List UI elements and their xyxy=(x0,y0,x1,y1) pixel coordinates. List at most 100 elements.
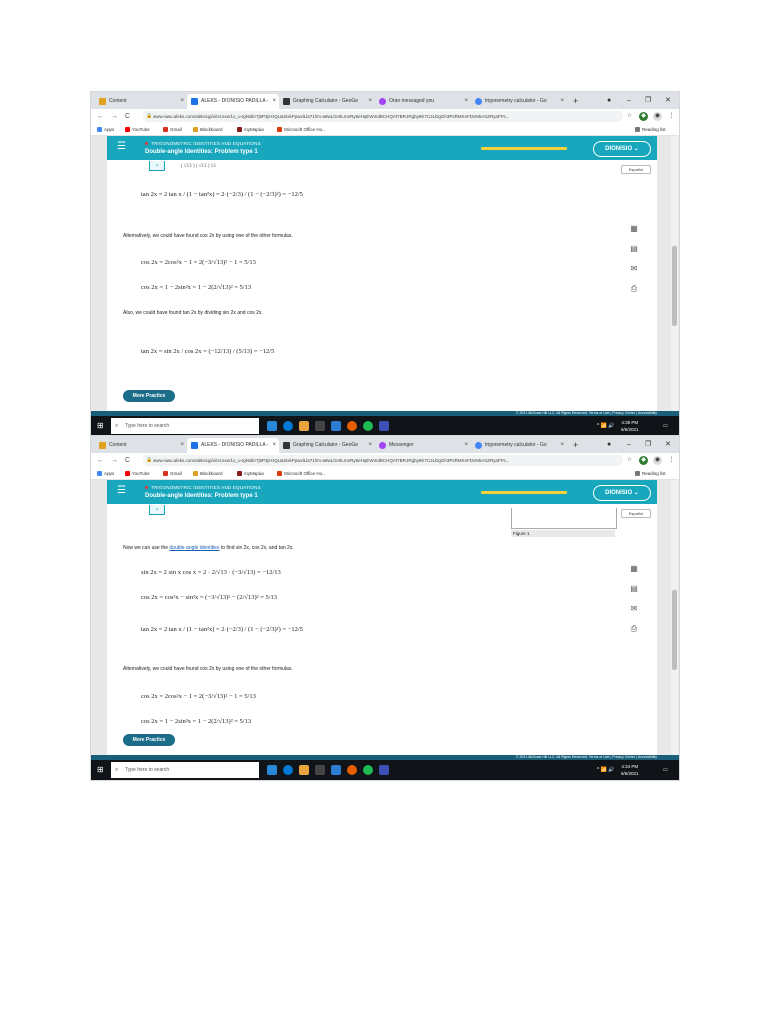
mail-app-icon[interactable] xyxy=(331,421,341,431)
bookmark-mymapua[interactable]: myMapúa xyxy=(237,124,264,135)
mail-icon[interactable]: ✉ xyxy=(629,264,639,274)
photos-icon[interactable] xyxy=(379,765,389,775)
menu-kebab-icon[interactable]: ⋮ xyxy=(667,112,676,121)
clock[interactable]: 4:34 PM 6/6/2021 xyxy=(621,763,639,777)
reading-list[interactable]: Reading list xyxy=(635,124,666,135)
close-tab-icon[interactable]: × xyxy=(560,438,564,453)
spotify-icon[interactable] xyxy=(363,421,373,431)
windows-start-icon[interactable]: ⊞ xyxy=(97,422,104,430)
scrollbar[interactable] xyxy=(671,136,678,411)
mail-app-icon[interactable] xyxy=(331,765,341,775)
tab-geogebra[interactable]: Graphing Calculator - GeoGe × xyxy=(279,94,375,109)
edge-icon[interactable] xyxy=(283,765,293,775)
bookmark-star-icon[interactable]: ☆ xyxy=(625,112,634,121)
bookmark-blackboard[interactable]: Blackboard xyxy=(193,468,223,479)
reload-button[interactable]: C xyxy=(125,453,130,468)
mail-icon[interactable]: ✉ xyxy=(629,604,639,614)
address-bar[interactable]: 🔒 www-awu.aleks.com/alekscgi/x/Isl.exe/1… xyxy=(143,455,623,466)
bookmark-youtube[interactable]: YouTube xyxy=(125,468,150,479)
close-tab-icon[interactable]: × xyxy=(368,94,372,109)
close-tab-icon[interactable]: × xyxy=(180,94,184,109)
scrollbar-thumb[interactable] xyxy=(672,590,677,670)
close-tab-icon[interactable]: × xyxy=(368,438,372,453)
tab-google-search[interactable]: trigonometry calculator - Go × xyxy=(471,94,567,109)
close-tab-icon[interactable]: × xyxy=(180,438,184,453)
espanol-button[interactable]: Español xyxy=(621,509,651,518)
bookmark-blackboard[interactable]: Blackboard xyxy=(193,124,223,135)
print-icon[interactable]: ⎙ xyxy=(629,284,639,294)
close-tab-icon[interactable]: × xyxy=(272,438,276,453)
taskbar-search-input[interactable]: ⌕ Type here to search xyxy=(111,418,259,434)
bookmark-gmail[interactable]: Gmail xyxy=(163,124,182,135)
collapse-chevron-icon[interactable]: ⌄ xyxy=(149,161,165,171)
close-tab-icon[interactable]: × xyxy=(560,94,564,109)
hamburger-menu-icon[interactable]: ☰ xyxy=(117,142,127,152)
tab-messenger[interactable]: Oran messaged you × xyxy=(375,94,471,109)
forward-button[interactable]: → xyxy=(111,109,118,124)
back-button[interactable]: ← xyxy=(97,109,104,124)
minimize-button[interactable]: – xyxy=(627,438,631,451)
bookmark-youtube[interactable]: YouTube xyxy=(125,124,150,135)
close-tab-icon[interactable]: × xyxy=(272,94,276,109)
address-bar[interactable]: 🔒 www-awu.aleks.com/alekscgi/x/Isl.exe/1… xyxy=(143,111,623,122)
tab-google-search[interactable]: trigonometry calculator - Go × xyxy=(471,438,567,453)
store-icon[interactable] xyxy=(315,765,325,775)
tab-messenger[interactable]: Messenger × xyxy=(375,438,471,453)
new-tab-button[interactable]: + xyxy=(573,94,578,109)
double-angle-identities-link[interactable]: double-angle identities xyxy=(169,545,219,551)
reload-button[interactable]: C xyxy=(125,109,130,124)
chrome-icon[interactable] xyxy=(347,765,357,775)
task-view-icon[interactable] xyxy=(267,421,277,431)
hamburger-menu-icon[interactable]: ☰ xyxy=(117,486,127,496)
close-tab-icon[interactable]: × xyxy=(464,438,468,453)
bookmark-office[interactable]: Microsoft Office Ho... xyxy=(277,468,326,479)
windows-start-icon[interactable]: ⊞ xyxy=(97,766,104,774)
more-practice-button[interactable]: More Practice xyxy=(123,390,175,402)
close-tab-icon[interactable]: × xyxy=(464,94,468,109)
forward-button[interactable]: → xyxy=(111,453,118,468)
taskbar-search-input[interactable]: ⌕ Type here to search xyxy=(111,762,259,778)
user-menu-button[interactable]: DIONISIO ⌄ xyxy=(593,141,651,157)
collapse-chevron-icon[interactable]: ⌄ xyxy=(149,505,165,515)
chrome-icon[interactable] xyxy=(347,421,357,431)
new-tab-button[interactable]: + xyxy=(573,438,578,453)
avatar[interactable]: ◉ xyxy=(653,112,662,121)
file-explorer-icon[interactable] xyxy=(299,421,309,431)
edge-icon[interactable] xyxy=(283,421,293,431)
close-window-button[interactable]: ✕ xyxy=(665,94,671,107)
photos-icon[interactable] xyxy=(379,421,389,431)
bookmark-apps[interactable]: Apps xyxy=(97,124,114,135)
close-window-button[interactable]: ✕ xyxy=(665,438,671,451)
tab-aleks[interactable]: ALEKS - DIONISIO PADILLA - × xyxy=(187,438,279,453)
bookmark-apps[interactable]: Apps xyxy=(97,468,114,479)
more-practice-button[interactable]: More Practice xyxy=(123,734,175,746)
avatar[interactable]: ◉ xyxy=(653,456,662,465)
document-icon[interactable]: ▤ xyxy=(629,584,639,594)
profile-icon[interactable]: ● xyxy=(607,438,611,451)
bookmark-gmail[interactable]: Gmail xyxy=(163,468,182,479)
espanol-button[interactable]: Español xyxy=(621,165,651,174)
reading-list[interactable]: Reading list xyxy=(635,468,666,479)
print-icon[interactable]: ⎙ xyxy=(629,624,639,634)
tab-content[interactable]: Content × xyxy=(95,94,187,109)
bookmark-office[interactable]: Microsoft Office Ho... xyxy=(277,124,326,135)
restore-button[interactable]: ❐ xyxy=(645,438,651,451)
menu-kebab-icon[interactable]: ⋮ xyxy=(667,456,676,465)
back-button[interactable]: ← xyxy=(97,453,104,468)
task-view-icon[interactable] xyxy=(267,765,277,775)
calculator-icon[interactable]: ▦ xyxy=(629,564,639,574)
calculator-icon[interactable]: ▦ xyxy=(629,224,639,234)
restore-button[interactable]: ❐ xyxy=(645,94,651,107)
document-icon[interactable]: ▤ xyxy=(629,244,639,254)
notifications-icon[interactable]: ▭ xyxy=(663,421,668,431)
scrollbar[interactable] xyxy=(671,480,678,755)
system-tray[interactable]: ^ 📶 🔊 xyxy=(597,421,615,431)
file-explorer-icon[interactable] xyxy=(299,765,309,775)
tab-content[interactable]: Content × xyxy=(95,438,187,453)
minimize-button[interactable]: – xyxy=(627,94,631,107)
scrollbar-thumb[interactable] xyxy=(672,246,677,326)
tab-aleks[interactable]: ALEKS - DIONISIO PADILLA - × xyxy=(187,94,279,109)
notifications-icon[interactable]: ▭ xyxy=(663,765,668,775)
extension-icon[interactable]: ◆ xyxy=(639,456,648,465)
system-tray[interactable]: ^ 📶 🔊 xyxy=(597,765,615,775)
